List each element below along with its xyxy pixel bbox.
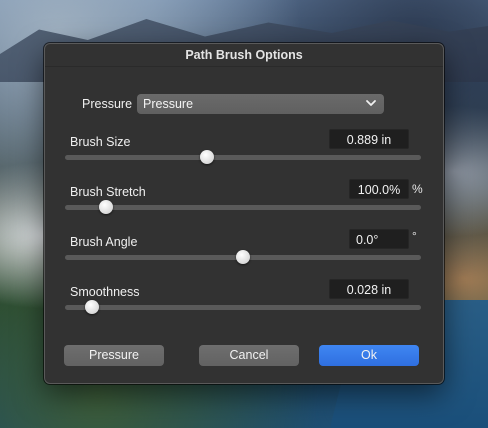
- smoothness-label: Smoothness: [70, 285, 140, 299]
- cancel-button[interactable]: Cancel: [199, 345, 299, 366]
- pressure-label: Pressure: [82, 97, 133, 111]
- dialog-title: Path Brush Options: [45, 44, 443, 67]
- pressure-select[interactable]: Pressure: [137, 94, 384, 114]
- brush-stretch-unit: %: [412, 182, 423, 196]
- brush-stretch-label: Brush Stretch: [70, 185, 146, 199]
- smoothness-field[interactable]: 0.028 in: [329, 279, 409, 299]
- chevron-down-icon: [366, 100, 376, 106]
- path-brush-options-dialog: Path Brush Options Pressure Pressure Bru…: [44, 43, 444, 384]
- brush-size-label: Brush Size: [70, 135, 131, 149]
- brush-size-slider[interactable]: [65, 150, 421, 164]
- brush-angle-label: Brush Angle: [70, 235, 138, 249]
- brush-angle-unit: °: [412, 229, 417, 243]
- pressure-button[interactable]: Pressure: [64, 345, 164, 366]
- brush-stretch-slider-knob[interactable]: [98, 200, 113, 214]
- brush-angle-slider-knob[interactable]: [236, 250, 250, 264]
- brush-angle-slider[interactable]: [65, 250, 421, 264]
- brush-stretch-slider[interactable]: [65, 200, 421, 214]
- brush-size-slider-knob[interactable]: [200, 150, 215, 164]
- pressure-select-value: Pressure: [143, 97, 194, 111]
- brush-size-field[interactable]: 0.889 in: [329, 129, 409, 149]
- smoothness-slider[interactable]: [65, 300, 421, 314]
- brush-stretch-field[interactable]: 100.0%: [349, 179, 409, 199]
- ok-button[interactable]: Ok: [319, 345, 419, 366]
- brush-angle-field[interactable]: 0.0°: [349, 229, 409, 249]
- smoothness-slider-knob[interactable]: [84, 300, 99, 314]
